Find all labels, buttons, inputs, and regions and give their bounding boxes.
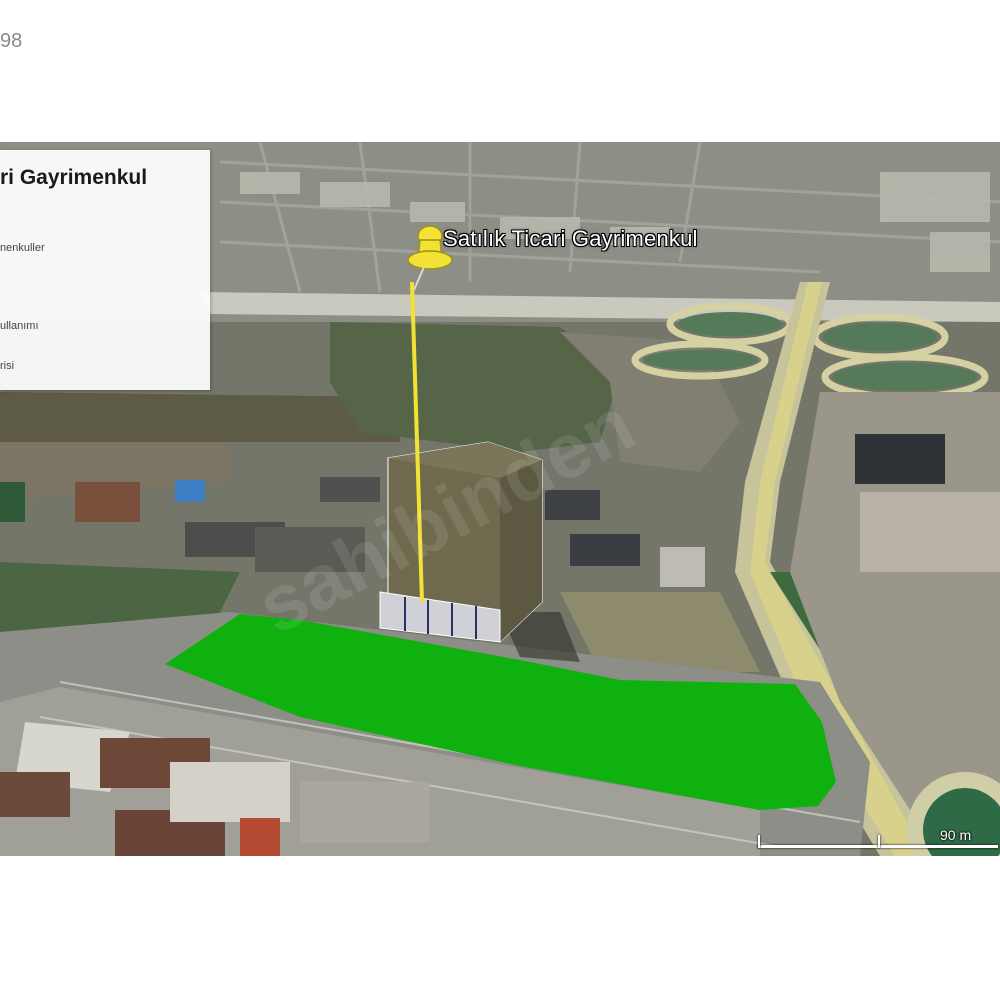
scale-tick <box>758 835 760 848</box>
scale-tick <box>878 835 880 848</box>
scale-label: 90 m <box>940 827 972 843</box>
legend-panel: ri Gayrimenkul nenkuller ullanımı risi <box>0 150 210 390</box>
placemark-label[interactable]: Satılık Ticari Gayrimenkul <box>443 226 698 252</box>
legend-title: ri Gayrimenkul <box>0 166 148 189</box>
legend-item: nenkuller <box>0 242 45 254</box>
legend-item: ullanımı <box>0 320 39 332</box>
legend-item: risi <box>0 360 15 372</box>
corner-text: 98 <box>0 30 23 52</box>
scale-bar: 90 m <box>758 827 1000 853</box>
